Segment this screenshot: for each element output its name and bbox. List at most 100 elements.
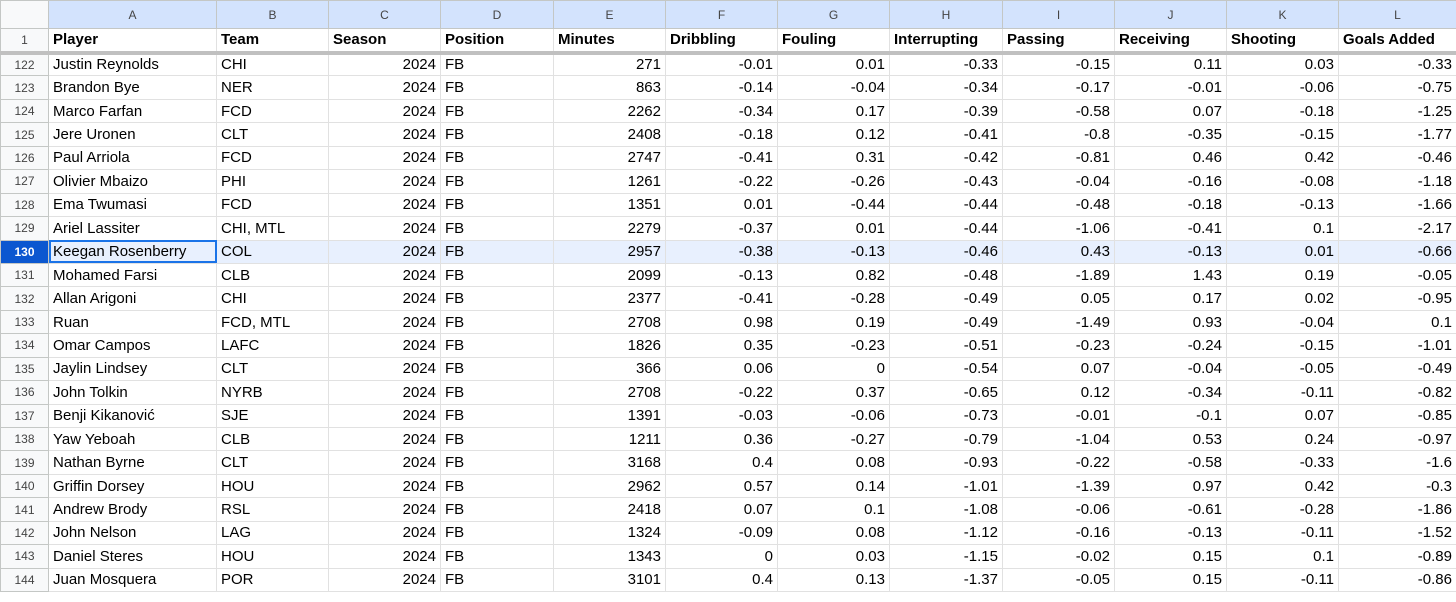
cell-j[interactable]: 0.17 — [1114, 286, 1227, 311]
cell-j[interactable]: -0.58 — [1114, 450, 1227, 475]
cell-b[interactable]: RSL — [216, 497, 329, 522]
cell-e[interactable]: 2418 — [553, 497, 666, 522]
cell-d[interactable]: FB — [440, 309, 554, 335]
cell-b[interactable]: PHI — [216, 169, 329, 194]
cell-g[interactable]: -0.27 — [777, 426, 890, 452]
cell-d[interactable]: FB — [440, 380, 554, 405]
cell-g[interactable]: 0.19 — [777, 309, 890, 335]
cell-l[interactable]: -1.77 — [1338, 122, 1456, 147]
cell-d[interactable]: FB — [440, 356, 554, 382]
cell-b[interactable]: CLB — [216, 262, 329, 288]
cell-l[interactable]: -0.49 — [1338, 356, 1456, 382]
cell-e[interactable]: 1261 — [553, 169, 666, 194]
cell-c[interactable]: 2024 — [328, 356, 441, 382]
row-number[interactable]: 137 — [0, 403, 49, 429]
cell-e[interactable]: 2279 — [553, 216, 666, 241]
cell-e[interactable]: 271 — [553, 51, 666, 77]
cell-d[interactable]: FB — [440, 450, 554, 475]
cell-j[interactable]: -0.18 — [1114, 192, 1227, 218]
cell-d[interactable]: FB — [440, 239, 554, 264]
column-header-e[interactable]: E — [553, 0, 666, 29]
cell-j[interactable]: -0.41 — [1114, 216, 1227, 241]
cell-c[interactable]: 2024 — [328, 98, 441, 124]
cell-k[interactable]: -0.04 — [1226, 309, 1339, 335]
cell-h[interactable]: -0.93 — [889, 450, 1003, 475]
cell-c[interactable]: 2024 — [328, 216, 441, 241]
cell-k[interactable]: 0.19 — [1226, 262, 1339, 288]
cell-l[interactable]: -0.97 — [1338, 426, 1456, 452]
cell-g[interactable]: 0.1 — [777, 497, 890, 522]
cell-e[interactable]: 1324 — [553, 520, 666, 546]
cell-e[interactable]: 1351 — [553, 192, 666, 218]
cell-d[interactable]: FB — [440, 192, 554, 218]
column-header-h[interactable]: H — [889, 0, 1003, 29]
cell-g[interactable]: 0.12 — [777, 122, 890, 147]
cell-f[interactable]: 0 — [665, 544, 778, 569]
cell-b[interactable]: SJE — [216, 403, 329, 429]
cell-a[interactable]: Justin Reynolds — [48, 51, 217, 77]
cell-i[interactable]: -1.04 — [1002, 426, 1115, 452]
cell-a[interactable]: Brandon Bye — [48, 75, 217, 100]
cell-b[interactable]: HOU — [216, 473, 329, 499]
cell-d[interactable]: FB — [440, 169, 554, 194]
cell-f[interactable]: 0.57 — [665, 473, 778, 499]
cell-f[interactable]: -0.41 — [665, 286, 778, 311]
cell-a[interactable]: Allan Arigoni — [48, 286, 217, 311]
cell-c[interactable]: 2024 — [328, 333, 441, 358]
cell-f[interactable]: -0.22 — [665, 380, 778, 405]
cell-c[interactable]: 2024 — [328, 497, 441, 522]
cell-j[interactable]: 0.97 — [1114, 473, 1227, 499]
cell-l[interactable]: -0.95 — [1338, 286, 1456, 311]
cell-l[interactable]: -0.05 — [1338, 262, 1456, 288]
cell-h[interactable]: -0.34 — [889, 75, 1003, 100]
cell-h[interactable]: -0.65 — [889, 380, 1003, 405]
cell-h[interactable]: -0.33 — [889, 51, 1003, 77]
cell-d[interactable]: FB — [440, 497, 554, 522]
cell-j[interactable]: -0.34 — [1114, 380, 1227, 405]
cell-b[interactable]: COL — [216, 239, 329, 264]
row-number[interactable]: 128 — [0, 192, 49, 218]
column-header-c[interactable]: C — [328, 0, 441, 29]
cell-f[interactable]: 0.4 — [665, 567, 778, 593]
row-number[interactable]: 138 — [0, 426, 49, 452]
cell-d[interactable]: FB — [440, 51, 554, 77]
cell-l[interactable]: -0.85 — [1338, 403, 1456, 429]
cell-i[interactable]: -0.05 — [1002, 567, 1115, 593]
cell-a[interactable]: John Nelson — [48, 520, 217, 546]
column-header-a[interactable]: A — [48, 0, 217, 29]
cell-e[interactable]: 1826 — [553, 333, 666, 358]
cell-c[interactable]: 2024 — [328, 145, 441, 171]
cell-h[interactable]: -1.15 — [889, 544, 1003, 569]
cell-d[interactable]: FB — [440, 333, 554, 358]
cell-j[interactable]: 0.93 — [1114, 309, 1227, 335]
header-cell-i[interactable]: Passing — [1002, 28, 1115, 55]
cell-d[interactable]: FB — [440, 544, 554, 569]
cell-f[interactable]: -0.37 — [665, 216, 778, 241]
cell-i[interactable]: -0.01 — [1002, 403, 1115, 429]
cell-l[interactable]: -1.25 — [1338, 98, 1456, 124]
header-cell-a[interactable]: Player — [48, 28, 217, 55]
cell-k[interactable]: -0.33 — [1226, 450, 1339, 475]
cell-b[interactable]: CLB — [216, 426, 329, 452]
cell-g[interactable]: -0.26 — [777, 169, 890, 194]
cell-c[interactable]: 2024 — [328, 567, 441, 593]
row-number[interactable]: 129 — [0, 216, 49, 241]
cell-e[interactable]: 2262 — [553, 98, 666, 124]
cell-j[interactable]: -0.35 — [1114, 122, 1227, 147]
cell-h[interactable]: -0.49 — [889, 286, 1003, 311]
cell-j[interactable]: -0.16 — [1114, 169, 1227, 194]
cell-f[interactable]: 0.01 — [665, 192, 778, 218]
cell-f[interactable]: 0.36 — [665, 426, 778, 452]
row-number[interactable]: 134 — [0, 333, 49, 358]
cell-l[interactable]: -0.3 — [1338, 473, 1456, 499]
cell-e[interactable]: 2377 — [553, 286, 666, 311]
cell-a[interactable]: Ariel Lassiter — [48, 216, 217, 241]
cell-e[interactable]: 2962 — [553, 473, 666, 499]
cell-k[interactable]: 0.03 — [1226, 51, 1339, 77]
cell-h[interactable]: -0.44 — [889, 216, 1003, 241]
cell-i[interactable]: 0.12 — [1002, 380, 1115, 405]
cell-g[interactable]: 0.82 — [777, 262, 890, 288]
cell-b[interactable]: FCD — [216, 145, 329, 171]
cell-k[interactable]: 0.42 — [1226, 473, 1339, 499]
cell-f[interactable]: -0.22 — [665, 169, 778, 194]
